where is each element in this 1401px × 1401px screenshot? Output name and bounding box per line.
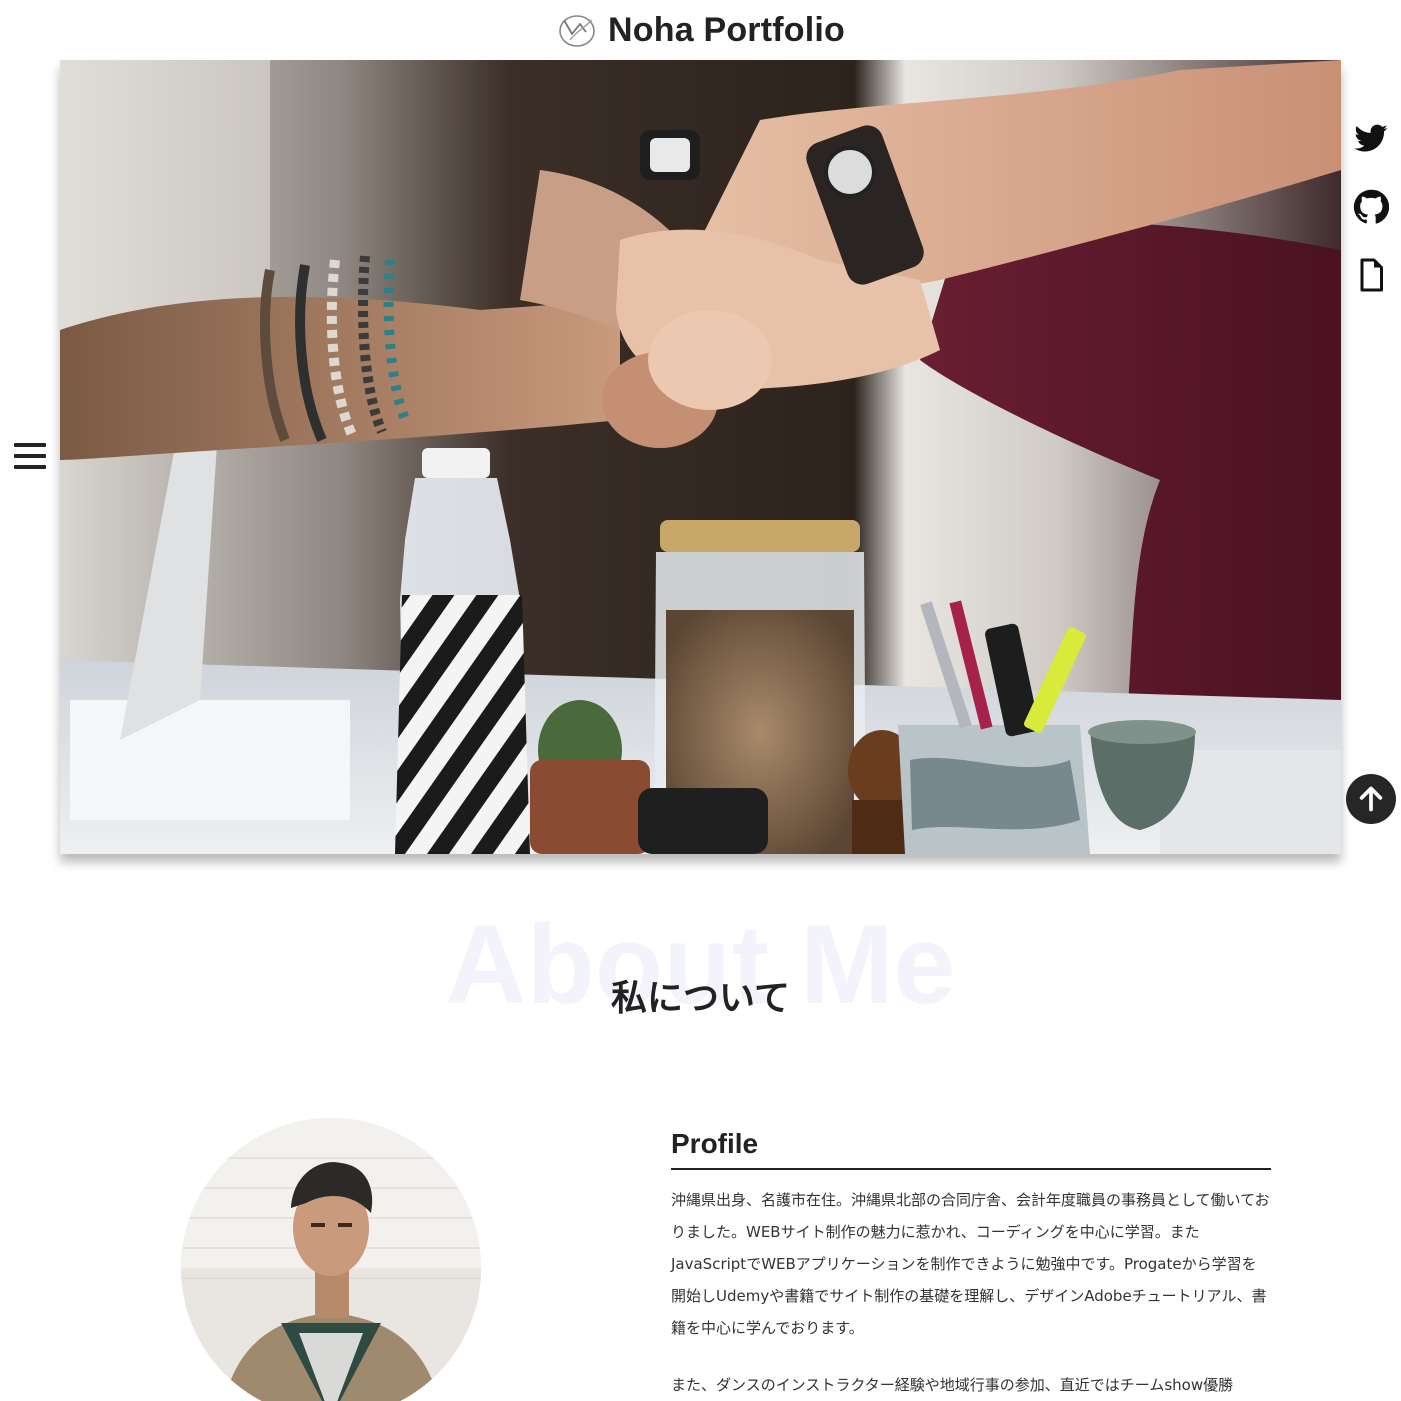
hero-photo (60, 60, 1341, 854)
site-title: Noha Portfolio (608, 10, 845, 49)
github-icon[interactable] (1353, 188, 1390, 226)
hamburger-menu-icon[interactable] (14, 440, 46, 472)
arrow-up-icon (1359, 786, 1383, 812)
profile-avatar (181, 1118, 481, 1401)
hero-image (60, 60, 1341, 854)
site-header: Noha Portfolio (0, 0, 1401, 60)
social-links (1351, 120, 1391, 294)
twitter-icon[interactable] (1353, 120, 1389, 158)
profile-block: Profile 沖縄県出身、名護市在住。沖縄県北部の合同庁舎、会計年度職員の事務… (671, 1124, 1271, 1401)
profile-paragraph: 沖縄県出身、名護市在住。沖縄県北部の合同庁舎、会計年度職員の事務員として働いてお… (671, 1191, 1270, 1337)
site-logo-link[interactable]: Noha Portfolio (556, 11, 845, 50)
profile-paragraph-2: また、ダンスのインストラクター経験や地域行事の参加、直近ではチームshow優勝 (671, 1376, 1234, 1394)
profile-heading: Profile (671, 1124, 1271, 1170)
page: Noha Portfolio About Me 私について Profile 沖縄… (0, 0, 1401, 1401)
section-title: 私について (611, 978, 790, 1019)
menu-bar (14, 443, 46, 447)
avatar-photo (181, 1118, 481, 1401)
menu-bar (14, 465, 46, 469)
document-icon[interactable] (1353, 256, 1389, 294)
back-to-top-button[interactable] (1346, 774, 1396, 824)
logo-icon (559, 15, 595, 47)
menu-bar (14, 454, 46, 458)
